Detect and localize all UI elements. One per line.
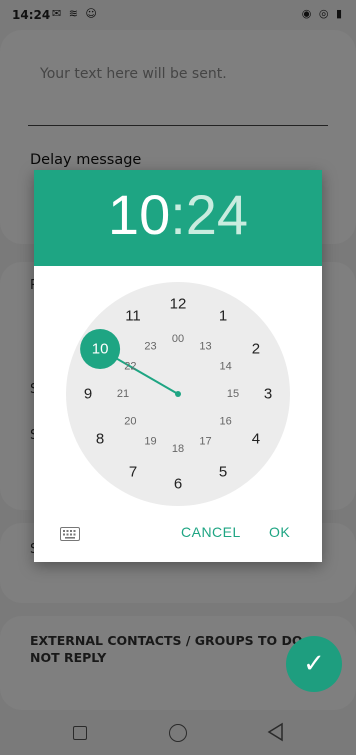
outer-hour-2[interactable]: 2 xyxy=(252,341,260,358)
outer-hour-11[interactable]: 11 xyxy=(125,308,141,325)
outer-hour-8[interactable]: 8 xyxy=(96,431,104,448)
inner-hour-13[interactable]: 13 xyxy=(199,340,211,352)
inner-hour-14[interactable]: 14 xyxy=(219,361,231,373)
inner-hour-20[interactable]: 20 xyxy=(124,416,136,428)
inner-hour-22[interactable]: 22 xyxy=(124,361,136,373)
outer-hour-3[interactable]: 3 xyxy=(264,386,272,403)
time-picker-dialog: 10:24 12 1 2 3 4 5 6 7 8 9 10 11 00 13 14 15 16 17 18 19 20… xyxy=(34,170,322,562)
inner-hour-00[interactable]: 00 xyxy=(172,333,184,345)
inner-hour-15[interactable]: 15 xyxy=(227,388,239,400)
clock-center xyxy=(175,391,181,397)
outer-hour-10[interactable]: 10 xyxy=(92,341,109,358)
keyboard-icon[interactable] xyxy=(60,527,80,541)
inner-hour-17[interactable]: 17 xyxy=(199,436,211,448)
cancel-button[interactable]: CANCEL xyxy=(181,524,241,540)
check-icon: ✓ xyxy=(303,649,325,679)
inner-hour-19[interactable]: 19 xyxy=(144,436,156,448)
ok-button[interactable]: OK xyxy=(269,524,290,540)
inner-hour-16[interactable]: 16 xyxy=(219,416,231,428)
clock-face[interactable]: 121234567891011 001314151617181920212223 xyxy=(34,170,322,562)
confirm-fab[interactable]: ✓ xyxy=(286,636,342,692)
outer-hour-6[interactable]: 6 xyxy=(174,476,182,493)
inner-hour-23[interactable]: 23 xyxy=(144,340,156,352)
outer-hour-9[interactable]: 9 xyxy=(84,386,92,403)
outer-hour-4[interactable]: 4 xyxy=(252,431,260,448)
outer-hour-12[interactable]: 12 xyxy=(170,296,187,313)
inner-hour-21[interactable]: 21 xyxy=(117,388,129,400)
outer-hour-7[interactable]: 7 xyxy=(129,463,137,480)
outer-hour-1[interactable]: 1 xyxy=(219,308,227,325)
inner-hour-18[interactable]: 18 xyxy=(172,443,184,455)
outer-hour-5[interactable]: 5 xyxy=(219,463,227,480)
